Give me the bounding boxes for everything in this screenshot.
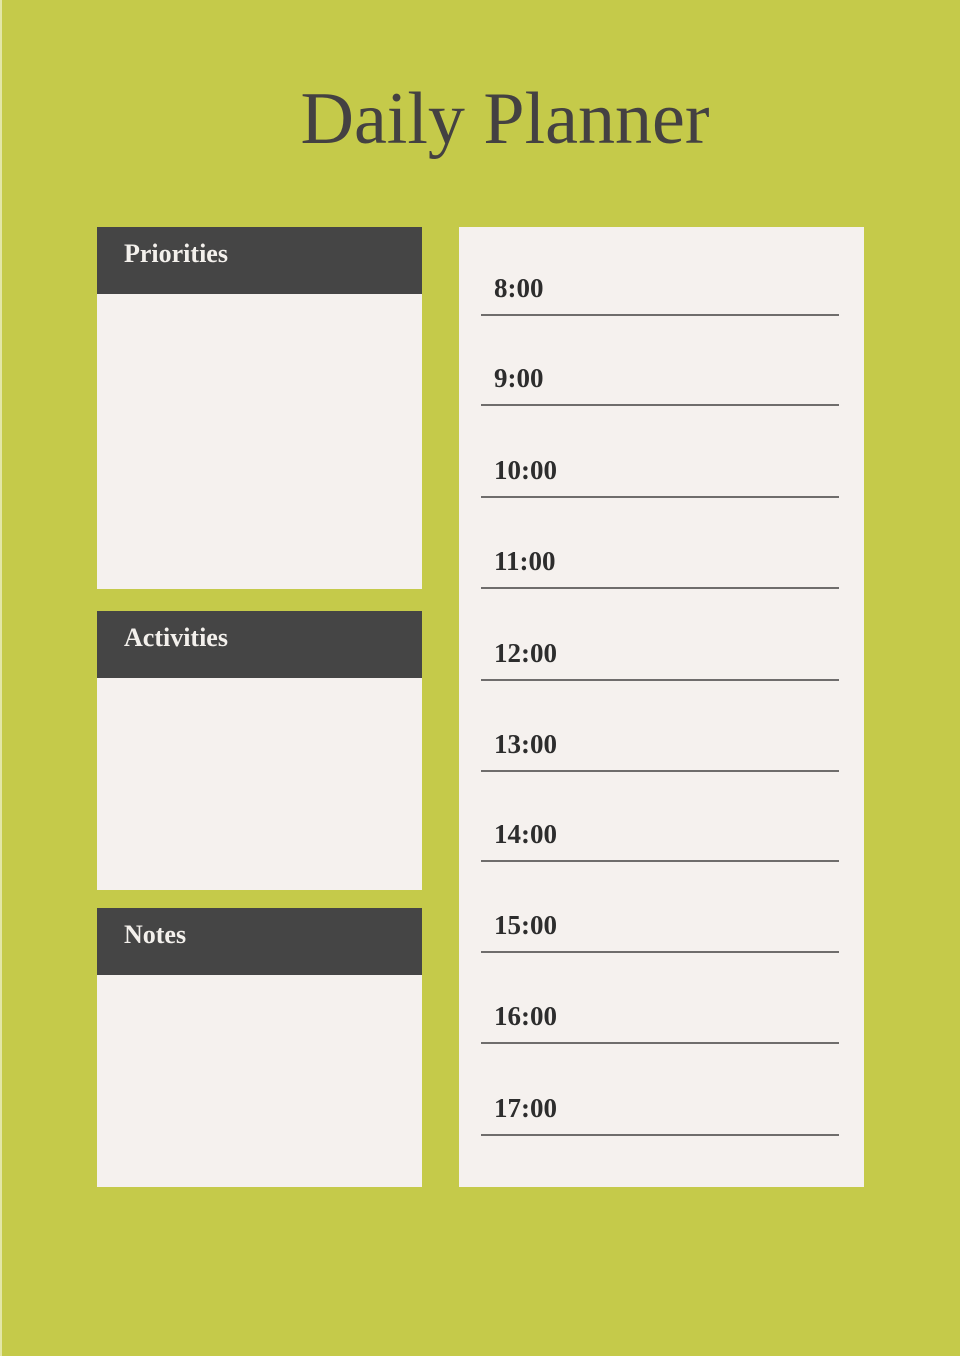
time-label: 11:00 <box>494 546 556 576</box>
time-slot[interactable]: 15:00 <box>481 893 839 953</box>
time-slot-line <box>481 496 839 498</box>
activities-header: Activities <box>97 611 422 678</box>
priorities-header: Priorities <box>97 227 422 294</box>
time-slot-line <box>481 1134 839 1136</box>
time-label: 9:00 <box>494 363 544 393</box>
time-slot-line <box>481 314 839 316</box>
time-slot[interactable]: 10:00 <box>481 438 839 498</box>
notes-header: Notes <box>97 908 422 975</box>
priorities-body[interactable] <box>97 294 422 589</box>
time-slot[interactable]: 14:00 <box>481 802 839 862</box>
activities-body[interactable] <box>97 678 422 890</box>
time-slot-line <box>481 587 839 589</box>
time-label: 8:00 <box>494 273 544 303</box>
page-edge <box>0 0 2 1356</box>
page-title: Daily Planner <box>300 78 710 160</box>
time-label: 16:00 <box>494 1001 557 1031</box>
schedule-panel: 8:00 9:00 10:00 11:00 12:00 13:00 14:00 15:00 16… <box>459 227 864 1187</box>
time-slot-line <box>481 679 839 681</box>
time-label: 14:00 <box>494 819 557 849</box>
time-slot-line <box>481 1042 839 1044</box>
time-slot[interactable]: 16:00 <box>481 984 839 1044</box>
time-slot-line <box>481 860 839 862</box>
time-slot[interactable]: 8:00 <box>481 256 839 316</box>
time-label: 15:00 <box>494 910 557 940</box>
priorities-section: Priorities <box>97 227 422 589</box>
time-slot-line <box>481 951 839 953</box>
time-label: 17:00 <box>494 1093 557 1123</box>
time-label: 12:00 <box>494 638 557 668</box>
time-slot-line <box>481 404 839 406</box>
time-slot[interactable]: 11:00 <box>481 529 839 589</box>
time-slot[interactable]: 12:00 <box>481 621 839 681</box>
time-label: 10:00 <box>494 455 557 485</box>
time-slot[interactable]: 17:00 <box>481 1076 839 1136</box>
time-slot[interactable]: 9:00 <box>481 346 839 406</box>
time-label: 13:00 <box>494 729 557 759</box>
time-slot-line <box>481 770 839 772</box>
notes-section: Notes <box>97 908 422 1187</box>
notes-body[interactable] <box>97 975 422 1187</box>
time-slot[interactable]: 13:00 <box>481 712 839 772</box>
activities-section: Activities <box>97 611 422 890</box>
